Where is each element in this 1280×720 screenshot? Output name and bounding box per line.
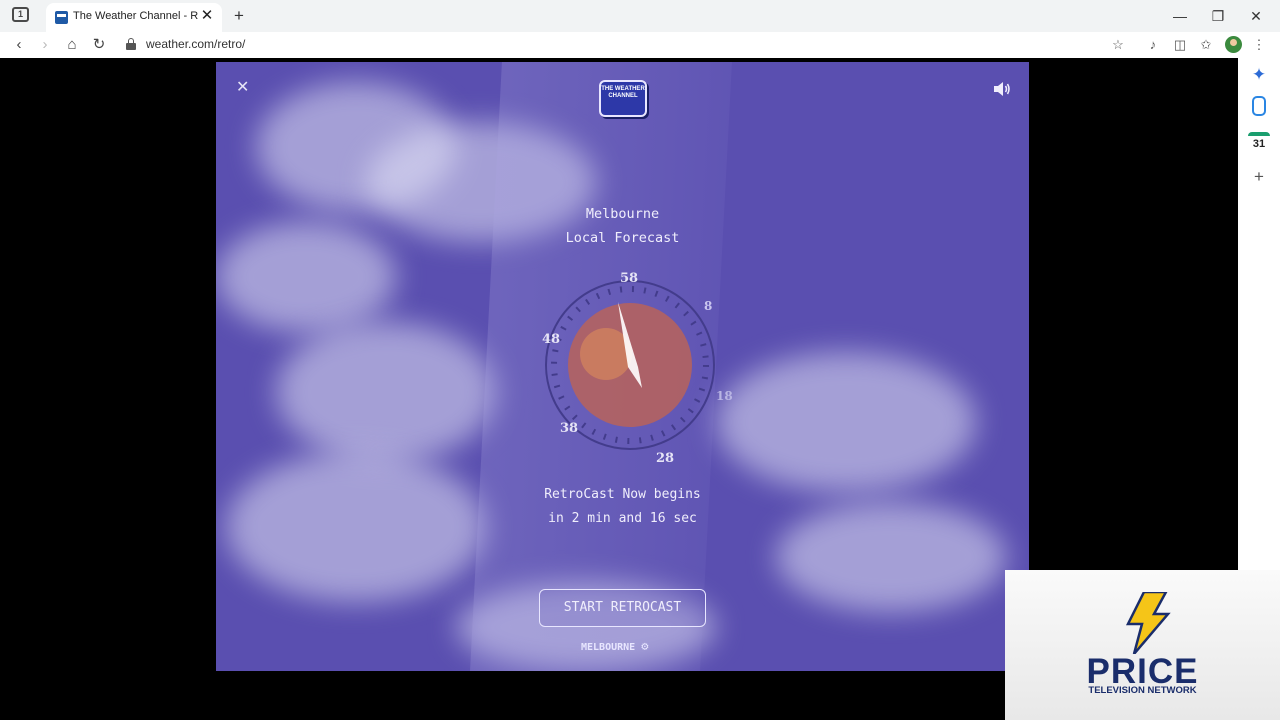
logo-text: THE WEATHER CHANNEL [601, 86, 645, 99]
countdown-text: RetroCast Now begins [544, 487, 701, 502]
cloud [276, 322, 496, 462]
weather-favicon-icon [55, 11, 68, 24]
close-player-icon[interactable]: ✕ [236, 78, 252, 98]
copilot-icon[interactable]: ✦ [1248, 64, 1270, 86]
forward-icon[interactable]: › [35, 35, 55, 55]
weather-channel-logo: THE WEATHER CHANNEL [599, 80, 647, 117]
refresh-icon[interactable]: ↻ [89, 35, 109, 55]
favorite-star-icon[interactable]: ☆ [1109, 36, 1127, 54]
countdown-gauge: 58 8 18 28 38 48 [542, 271, 733, 462]
music-icon[interactable]: ♪ [1144, 36, 1162, 54]
phone-link-icon[interactable] [1252, 96, 1266, 116]
close-window-icon[interactable]: ✕ [1244, 6, 1268, 26]
profile-avatar[interactable] [1225, 36, 1242, 53]
add-sidebar-app-icon[interactable]: + [1248, 166, 1270, 188]
lock-icon[interactable] [126, 38, 136, 50]
start-retrocast-button[interactable]: START RETROCAST [539, 589, 706, 627]
location-settings[interactable]: MELBOURNE ⚙ [581, 639, 655, 655]
split-screen-icon[interactable]: ◫ [1171, 36, 1189, 54]
tab-weather-channel[interactable]: The Weather Channel - Ret ✕ [46, 3, 222, 32]
gauge-tick-label: 58 [620, 271, 638, 286]
retrocast-player[interactable]: ✕ THE WEATHER CHANNEL Melbourne Local Fo… [216, 62, 1029, 671]
lightning-bolt-icon [1125, 592, 1171, 654]
side-panel: ✦ 31 + [1238, 58, 1280, 578]
cloud [716, 352, 976, 492]
home-icon[interactable]: ⌂ [62, 35, 82, 55]
restore-icon[interactable]: ❐ [1206, 6, 1230, 26]
more-menu-icon[interactable]: ⋮ [1250, 36, 1268, 54]
watermark-subtitle: Television Network [1088, 685, 1197, 696]
speaker-icon[interactable] [992, 80, 1012, 98]
minimize-icon[interactable]: — [1168, 6, 1192, 26]
address-toolbar: ‹ › ⌂ ↻ weather.com/retro/ ☆ ♪ ◫ ✩ ⋮ [0, 32, 1280, 58]
gauge-tick-label: 38 [560, 421, 578, 436]
gauge-tick-label: 8 [704, 299, 712, 313]
gauge-tick-label: 28 [656, 451, 674, 462]
forecast-title: Local Forecast [565, 230, 680, 246]
tab-title: The Weather Channel - Ret [73, 10, 198, 22]
city-title: Melbourne [585, 206, 660, 222]
favorites-icon[interactable]: ✩ [1197, 36, 1215, 54]
gear-icon[interactable]: ⚙ [641, 639, 655, 653]
tab-close-icon[interactable]: ✕ [199, 8, 215, 24]
gauge-tick-label: 18 [716, 389, 733, 403]
price-tv-watermark: PRICE Television Network [1005, 570, 1280, 720]
new-tab-button[interactable]: + [229, 6, 249, 26]
address-bar[interactable]: weather.com/retro/ [146, 37, 245, 51]
countdown-time: in 2 min and 16 sec [548, 511, 697, 526]
tab-bar: 1 The Weather Channel - Ret ✕ + — ❐ ✕ [0, 0, 1280, 32]
cloud [226, 452, 486, 602]
gauge-tick-label: 48 [542, 332, 560, 347]
back-icon[interactable]: ‹ [9, 35, 29, 55]
tab-actions-icon[interactable]: 1 [12, 7, 29, 22]
location-label: MELBOURNE [581, 642, 636, 653]
calendar-icon[interactable]: 31 [1248, 132, 1270, 154]
screen: 1 The Weather Channel - Ret ✕ + — ❐ ✕ ‹ … [0, 0, 1280, 720]
